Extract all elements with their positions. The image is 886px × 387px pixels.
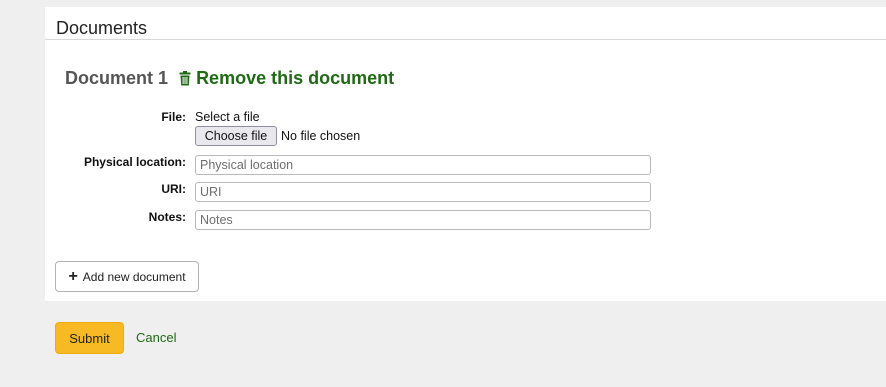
remove-document-label: Remove this document [196, 68, 395, 88]
cancel-link[interactable]: Cancel [136, 330, 176, 345]
physical-location-input[interactable] [195, 155, 651, 175]
choose-file-button[interactable]: Choose file [195, 126, 277, 146]
file-status: No file chosen [281, 129, 361, 143]
add-new-document-label: Add new document [82, 269, 186, 284]
uri-label: URI: [161, 182, 186, 196]
notes-input[interactable] [195, 210, 651, 230]
add-new-document-button[interactable]: + Add new document [55, 261, 199, 292]
trash-icon [179, 70, 191, 91]
document-title: Document 1 [65, 68, 169, 88]
uri-input[interactable] [195, 182, 651, 202]
title-divider [45, 39, 886, 40]
physical-location-label: Physical location: [83, 155, 186, 169]
file-label: File: [161, 110, 186, 124]
submit-button[interactable]: Submit [55, 322, 124, 354]
document-heading: Document 1 Remove this document [65, 68, 394, 91]
plus-icon: + [68, 267, 78, 285]
file-select-text: Select a file [195, 110, 260, 124]
remove-document-link[interactable]: Remove this document [177, 68, 394, 88]
notes-label: Notes: [148, 210, 186, 224]
documents-panel: Documents Document 1 Remove this documen… [45, 7, 886, 301]
section-title: Documents [56, 18, 148, 38]
